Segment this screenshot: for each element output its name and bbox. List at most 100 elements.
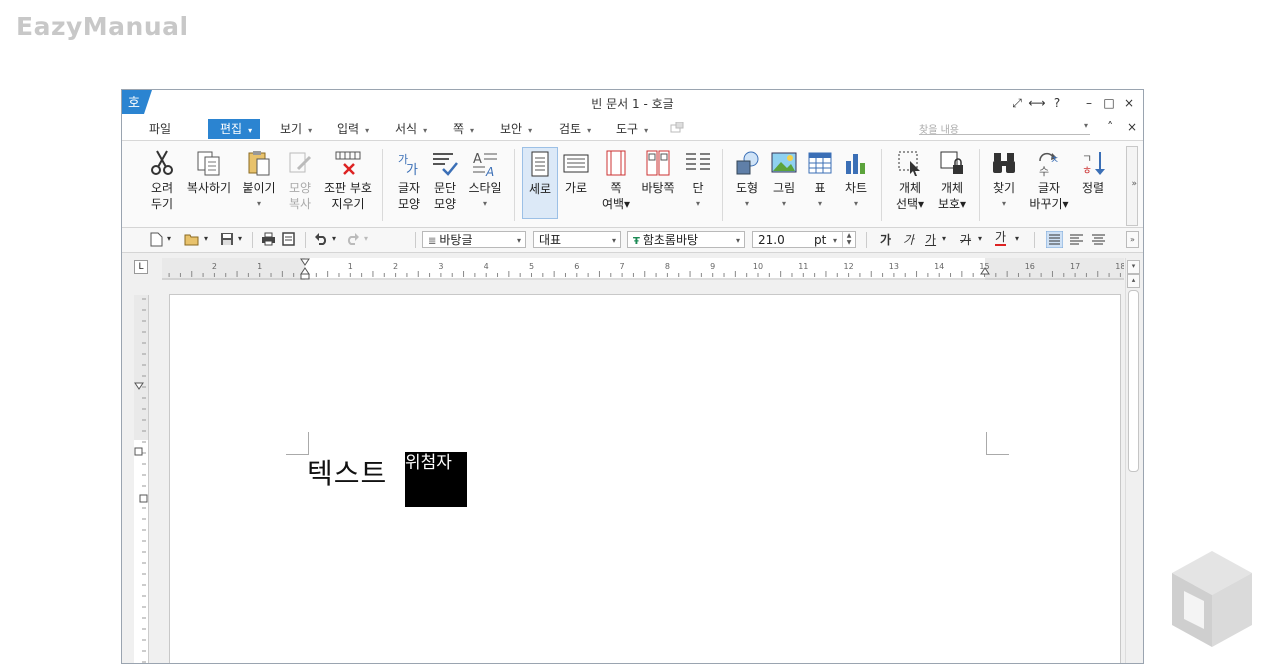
document-text[interactable]: 텍스트 xyxy=(307,452,387,492)
italic-button[interactable]: 가 xyxy=(903,231,914,248)
chart-button[interactable]: 차트 ▾ xyxy=(840,149,872,212)
char-replace-button[interactable]: ㅊ수 글자 바꾸기▾ xyxy=(1028,149,1070,212)
pin-icon[interactable] xyxy=(670,122,684,134)
clear-code-button[interactable]: 조판 부호 지우기 xyxy=(321,149,375,212)
menu-view[interactable]: 보기 ▾ xyxy=(280,120,312,137)
align-justify-icon[interactable] xyxy=(1046,231,1063,248)
menu-edit[interactable]: 편집 ▾ xyxy=(208,119,261,139)
toolbar-expand-icon[interactable]: » xyxy=(1126,231,1139,248)
cut-button[interactable]: 오려 두기 xyxy=(144,149,180,212)
margin-button[interactable]: 쪽 여백▾ xyxy=(598,149,634,212)
close-icon[interactable]: × xyxy=(1119,94,1139,112)
protect-object-label-1: 개체 xyxy=(940,181,964,195)
columns-button[interactable]: 단 ▾ xyxy=(683,149,713,212)
undo-icon[interactable] xyxy=(314,233,328,245)
close-doc-icon[interactable]: × xyxy=(1127,120,1137,134)
scroll-top-icon[interactable]: ▾ xyxy=(1127,260,1140,274)
ruler-corner[interactable]: L xyxy=(134,260,148,274)
landscape-button[interactable]: 가로 xyxy=(560,149,592,196)
select-object-button[interactable]: 개체 선택▾ xyxy=(892,149,928,212)
scroll-thumb[interactable] xyxy=(1128,290,1139,472)
menu-tools-label: 도구 xyxy=(616,122,639,136)
para-shape-icon xyxy=(433,153,458,176)
svg-text:A: A xyxy=(473,152,482,167)
font-size-combo[interactable]: 21.0 pt ▾ ▲ ▼ xyxy=(752,231,856,248)
scroll-up-icon[interactable]: ▴ xyxy=(1127,274,1140,288)
picture-button[interactable]: 그림 ▾ xyxy=(769,149,799,212)
align-center-icon[interactable] xyxy=(1091,232,1106,247)
unit-dropdown-icon[interactable]: ▾ xyxy=(833,232,837,249)
menu-tools[interactable]: 도구 ▾ xyxy=(616,120,648,137)
style-button[interactable]: AA 스타일 ▾ xyxy=(465,149,505,212)
style-combo[interactable]: ≣ 바탕글 ▾ xyxy=(422,231,526,248)
vertical-scrollbar[interactable]: ▾ ▴ xyxy=(1125,258,1140,663)
document-page[interactable]: 텍스트 위첨자 xyxy=(169,294,1121,663)
superscript-placeholder[interactable]: 위첨자 xyxy=(405,452,467,507)
menu-file[interactable]: 파일 xyxy=(149,120,171,137)
split-icon[interactable]: ⟷ xyxy=(1027,94,1047,112)
preview-icon[interactable] xyxy=(282,232,295,246)
font-color-button[interactable]: 가 xyxy=(995,231,1007,246)
menu-format[interactable]: 서식 ▾ xyxy=(395,120,427,137)
undo-dropdown-icon[interactable]: ▾ xyxy=(332,234,336,243)
find-input[interactable]: 찾을 내용 ▾ xyxy=(919,121,1090,136)
title-bar: 호 빈 문서 1 - 호글 ⤢ ⟷ ? – □ × xyxy=(122,90,1143,116)
open-folder-icon[interactable] xyxy=(184,232,200,246)
underline-dropdown-icon[interactable]: ▾ xyxy=(942,234,946,243)
menu-edit-label: 편집 xyxy=(220,122,243,136)
para-shape-button[interactable]: 문단 모양 xyxy=(428,149,462,212)
find-button[interactable]: 찾기 ▾ xyxy=(988,149,1020,212)
collapse-ribbon-icon[interactable]: ˄ xyxy=(1107,120,1113,134)
table-button[interactable]: 표 ▾ xyxy=(806,149,834,212)
portrait-button[interactable]: 세로 xyxy=(522,147,558,219)
open-dropdown-icon[interactable]: ▾ xyxy=(204,234,208,243)
strike-dropdown-icon[interactable]: ▾ xyxy=(978,234,982,243)
binoculars-icon xyxy=(993,153,1015,173)
chevron-down-icon: ▾ xyxy=(817,199,822,208)
protect-object-icon xyxy=(940,151,963,174)
truetype-icon: Ŧ xyxy=(633,236,640,247)
vertical-ruler[interactable] xyxy=(134,295,149,664)
menu-page[interactable]: 쪽 ▾ xyxy=(453,120,474,137)
find-dropdown-icon[interactable]: ▾ xyxy=(1084,121,1088,130)
ribbon-more-icon[interactable]: » xyxy=(1131,179,1137,189)
horizontal-ruler[interactable]: 21123456789101112131415161718 xyxy=(162,258,1124,280)
new-doc-dropdown-icon[interactable]: ▾ xyxy=(167,234,171,243)
format-painter-icon xyxy=(289,152,312,173)
copy-button[interactable]: 복사하기 xyxy=(185,149,233,196)
shape-button[interactable]: 도형 ▾ xyxy=(732,149,762,212)
align-left-icon[interactable] xyxy=(1069,232,1084,247)
help-icon[interactable]: ? xyxy=(1047,94,1067,112)
print-icon[interactable] xyxy=(261,232,276,246)
protect-object-button[interactable]: 개체 보호▾ xyxy=(934,149,970,212)
strikethrough-button[interactable]: 가 xyxy=(960,231,971,248)
ruler-label: 14 xyxy=(934,262,944,271)
fullscreen-icon[interactable]: ⤢ xyxy=(1007,94,1027,112)
font-color-dropdown-icon[interactable]: ▾ xyxy=(1015,234,1019,243)
save-icon[interactable] xyxy=(220,232,234,246)
font-combo[interactable]: Ŧ 함초롬바탕 ▾ xyxy=(627,231,745,248)
new-doc-icon[interactable] xyxy=(150,232,163,247)
menu-file-label: 파일 xyxy=(149,122,172,136)
minimize-icon[interactable]: – xyxy=(1079,94,1099,112)
menu-input[interactable]: 입력 ▾ xyxy=(337,120,369,137)
redo-icon[interactable] xyxy=(346,233,360,245)
paste-button[interactable]: 붙이기 ▾ xyxy=(240,149,278,212)
master-page-button[interactable]: 바탕쪽 xyxy=(640,149,676,196)
save-dropdown-icon[interactable]: ▾ xyxy=(238,234,242,243)
cube-logo-icon xyxy=(1172,551,1252,647)
redo-dropdown-icon[interactable]: ▾ xyxy=(364,234,368,243)
menu-security-label: 보안 xyxy=(500,122,523,136)
format-copy-button[interactable]: 모양 복사 xyxy=(283,149,317,212)
toolbar-separator xyxy=(415,232,416,248)
ruler-label: 13 xyxy=(889,262,899,271)
font-size-spinner[interactable]: ▲ ▼ xyxy=(842,232,855,247)
menu-security[interactable]: 보안 ▾ xyxy=(500,120,532,137)
lang-combo[interactable]: 대표 ▾ xyxy=(533,231,621,248)
char-shape-button[interactable]: 가가 글자 모양 xyxy=(392,149,426,212)
bold-button[interactable]: 가 xyxy=(880,231,891,248)
sort-button[interactable]: ㄱㅎ 정렬 xyxy=(1077,149,1109,196)
underline-button[interactable]: 가 xyxy=(925,231,936,248)
menu-review[interactable]: 검토 ▾ xyxy=(559,120,591,137)
maximize-icon[interactable]: □ xyxy=(1099,94,1119,112)
